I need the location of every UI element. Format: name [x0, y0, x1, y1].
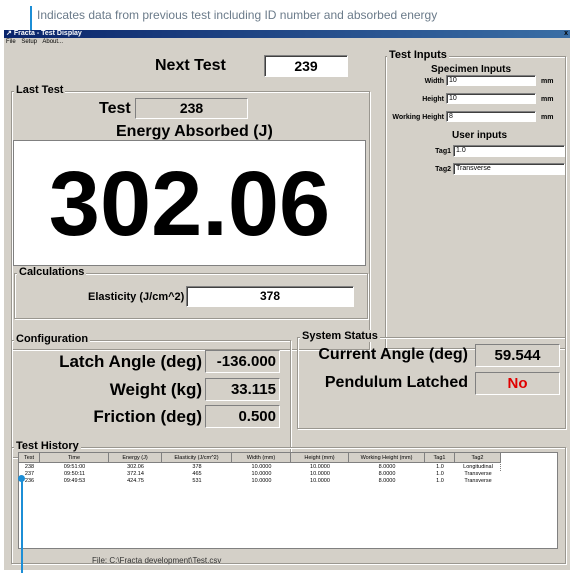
menu-file[interactable]: File: [6, 39, 16, 45]
column-header-height[interactable]: Height (mm): [291, 453, 349, 463]
table-cell: 302.06: [127, 464, 144, 470]
column-header-working-height[interactable]: Working Height (mm): [349, 453, 425, 463]
tag2-input-value: Transverse: [456, 165, 491, 172]
app-icon: ↗: [6, 30, 12, 37]
table-cell: 238: [24, 464, 35, 470]
energy-absorbed-label: Energy Absorbed (J): [116, 123, 273, 140]
table-cell: 8.0000: [378, 464, 396, 470]
system-status-group-label: System Status: [300, 330, 380, 342]
tag1-label: Tag1: [435, 148, 451, 155]
table-cell: Transverse: [464, 471, 492, 477]
height-label: Height: [422, 96, 444, 103]
column-header-time[interactable]: Time: [40, 453, 109, 463]
table-cell: 10.0000: [310, 478, 330, 484]
next-test-label: Next Test: [155, 57, 226, 74]
calculations-group-label: Calculations: [17, 266, 87, 278]
tag1-input[interactable]: 1.0: [453, 145, 565, 157]
table-cell: 1.0: [436, 464, 444, 470]
table-cell: 1.0: [436, 478, 444, 484]
file-path-label: File: C:\Fracta development\Test.csv: [92, 556, 222, 565]
friction-value: 0.500: [238, 408, 276, 425]
pendulum-latched-value: No: [507, 375, 528, 392]
column-header-tag1[interactable]: Tag1: [425, 453, 455, 463]
bottom-callout-dot: [18, 475, 25, 482]
elasticity-label: Elasticity (J/cm^2): [88, 291, 185, 303]
energy-display: 302.06: [13, 140, 366, 266]
width-input-value: 10: [449, 77, 457, 84]
tag1-input-value: 1.0: [456, 147, 466, 154]
column-header-tag2[interactable]: Tag2: [455, 453, 501, 463]
bottom-callout-line: [21, 478, 23, 573]
table-cell: 372.14: [127, 471, 144, 477]
working-height-unit: mm: [541, 114, 554, 121]
specimen-inputs-heading: Specimen Inputs: [431, 64, 512, 75]
table-cell: Longitudinal: [463, 464, 493, 470]
working-height-label: Working Height: [392, 114, 444, 121]
height-input-value: 10: [449, 95, 457, 102]
table-cell: 10.0000: [310, 471, 330, 477]
table-cell: 531: [192, 478, 202, 484]
menu-setup[interactable]: Setup: [21, 39, 37, 45]
column-header-elasticity[interactable]: Elasticity (J/cm^2): [162, 453, 232, 463]
test-history-group-label: Test History: [14, 440, 81, 452]
top-annotation: Indicates data from previous test includ…: [37, 8, 438, 22]
current-angle-field: 59.544: [475, 344, 560, 367]
table-row[interactable]: 237 09:50:11 372.14 465 10.0000 10.0000 …: [19, 471, 501, 478]
friction-field: 0.500: [205, 405, 280, 428]
configuration-group-label: Configuration: [14, 333, 91, 345]
table-cell: 10.0000: [251, 471, 272, 477]
elasticity-value: 378: [259, 289, 281, 303]
friction-label: Friction (deg): [93, 407, 202, 426]
table-cell: 10.0000: [251, 464, 272, 470]
column-header-energy[interactable]: Energy (J): [109, 453, 162, 463]
title-bar: ↗ Fracta - Test Display x: [4, 30, 570, 38]
pendulum-latched-field: No: [475, 372, 560, 395]
table-cell: 09:50:11: [63, 471, 85, 477]
table-cell: 09:49:53: [63, 478, 86, 484]
close-icon[interactable]: x: [564, 30, 568, 38]
table-cell: 10.0000: [251, 478, 272, 484]
table-cell: 465: [192, 471, 202, 477]
window-title: Fracta - Test Display: [13, 30, 82, 37]
test-history-table[interactable]: Test Time Energy (J) Elasticity (J/cm^2)…: [18, 452, 558, 549]
next-test-value: 239: [294, 58, 318, 74]
table-cell: 09:51:00: [63, 464, 86, 470]
table-cell: 424.75: [127, 478, 144, 484]
column-header-test[interactable]: Test: [19, 453, 40, 463]
working-height-input[interactable]: 8: [446, 111, 536, 122]
user-inputs-heading: User inputs: [452, 130, 508, 141]
column-header-width[interactable]: Width (mm): [232, 453, 291, 463]
working-height-input-value: 8: [449, 113, 453, 120]
elasticity-field: 378: [186, 286, 354, 307]
table-cell: 8.0000: [378, 478, 396, 484]
menu-bar: File Setup About...: [4, 38, 67, 47]
tag2-label: Tag2: [435, 166, 451, 173]
current-angle-value: 59.544: [494, 347, 541, 364]
table-row[interactable]: 236 09:49:53 424.75 531 10.0000 10.0000 …: [19, 478, 501, 485]
test-inputs-group-label: Test Inputs: [387, 49, 449, 61]
table-cell: 8.0000: [378, 471, 396, 477]
width-input[interactable]: 10: [446, 75, 536, 86]
height-unit: mm: [541, 96, 554, 103]
current-angle-label: Current Angle (deg): [318, 346, 468, 363]
height-input[interactable]: 10: [446, 93, 536, 104]
table-row[interactable]: 238 09:51:00 302.06 378 10.0000 10.0000 …: [19, 464, 501, 471]
next-test-field: 239: [264, 55, 348, 77]
width-label: Width: [424, 78, 444, 85]
width-unit: mm: [541, 78, 554, 85]
last-test-group-label: Last Test: [14, 84, 66, 96]
app-window: ↗ Fracta - Test Display x File Setup Abou…: [4, 30, 570, 570]
pendulum-latched-label: Pendulum Latched: [324, 374, 468, 391]
table-cell: 378: [192, 464, 202, 470]
tag2-input[interactable]: Transverse: [453, 163, 565, 175]
table-cell: 1.0: [436, 471, 444, 477]
menu-about[interactable]: About...: [42, 39, 63, 45]
table-cell: Transverse: [464, 478, 492, 484]
table-cell: 10.0000: [310, 464, 330, 470]
